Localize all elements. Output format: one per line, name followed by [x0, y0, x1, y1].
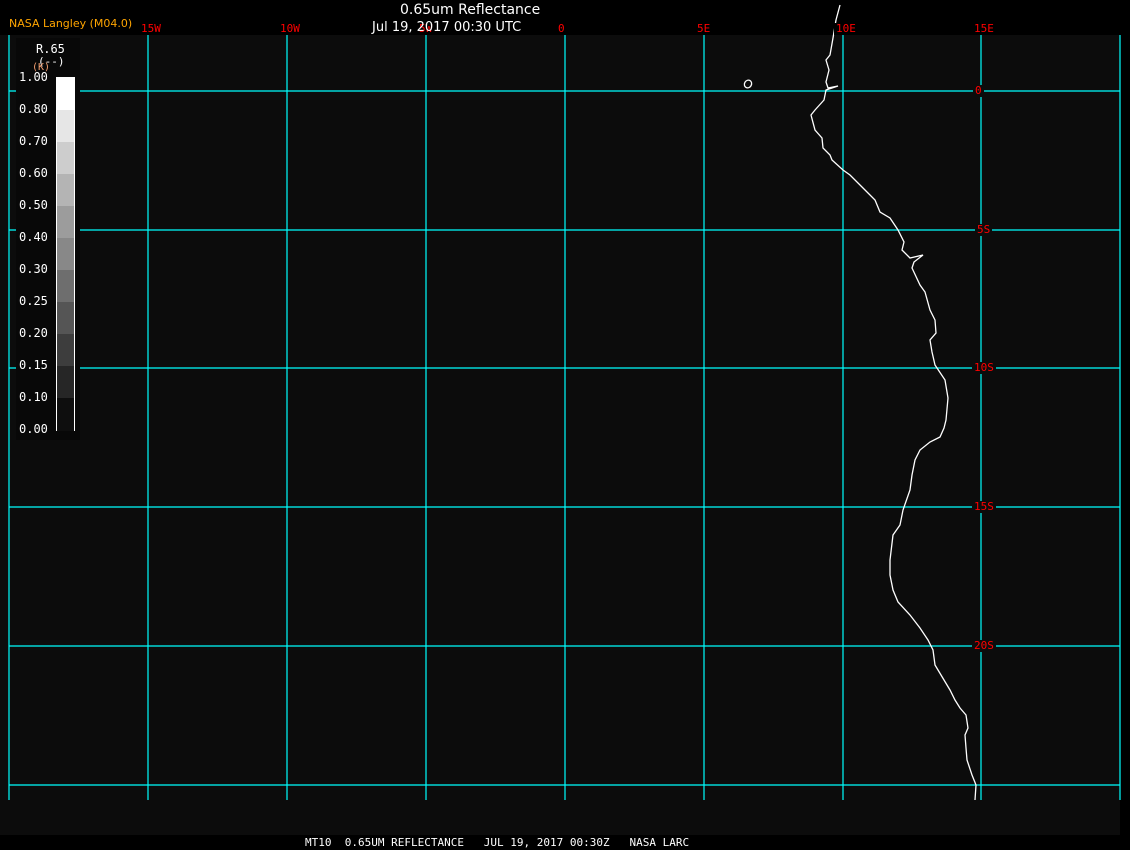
- longitude-label: 10E: [834, 22, 858, 35]
- colorbar-tick-label: 0.15: [19, 358, 48, 372]
- footer-text: MT10 0.65UM REFLECTANCE JUL 19, 2017 00:…: [305, 836, 690, 849]
- island-outline: [743, 79, 753, 89]
- colorbar-tick-label: 0.25: [19, 294, 48, 308]
- colorbar-legend: R.65 (--) (K) 1.00 0.80 0.70 0.60 0.50 0.40 0.…: [16, 38, 80, 440]
- colorbar-scale: [56, 77, 75, 431]
- latitude-label: 5S: [975, 223, 993, 236]
- colorbar-segment: [57, 142, 74, 175]
- map-canvas: [8, 4, 1121, 801]
- coastline: [810, 4, 977, 801]
- colorbar-tick-label: 0.30: [19, 262, 48, 276]
- map-title: 0.65um Reflectance: [400, 2, 541, 18]
- longitude-label: 5E: [695, 22, 713, 35]
- colorbar-segment: [57, 174, 74, 207]
- latitude-label: 15S: [972, 500, 996, 513]
- colorbar-tick-label: 0.00: [19, 422, 48, 436]
- colorbar-tick-label: 0.10: [19, 390, 48, 404]
- map-timestamp: Jul 19, 2017 00:30 UTC: [372, 20, 522, 35]
- colorbar-segment: [57, 302, 74, 335]
- latitude-label: 20S: [972, 639, 996, 652]
- colorbar-tick-label: 0.70: [19, 134, 48, 148]
- colorbar-segment: [57, 110, 74, 143]
- colorbar-tick-label: 0.50: [19, 198, 48, 212]
- footer-caption: MT10 0.65UM REFLECTANCE JUL 19, 2017 00:…: [0, 835, 1130, 850]
- brand-label: NASA Langley (M04.0): [9, 17, 133, 30]
- colorbar-segment: [57, 238, 74, 271]
- colorbar-segment: [57, 398, 74, 431]
- colorbar-tick-label: 0.20: [19, 326, 48, 340]
- colorbar-segment: [57, 78, 74, 111]
- colorbar-tick-label: 0.80: [19, 102, 48, 116]
- longitude-label: 15W: [139, 22, 163, 35]
- colorbar-segment: [57, 334, 74, 367]
- colorbar-segment: [57, 366, 74, 399]
- longitude-label: 10W: [278, 22, 302, 35]
- latitude-label: 10S: [972, 361, 996, 374]
- colorbar-segment: [57, 206, 74, 239]
- colorbar-variable: R.65: [36, 42, 65, 56]
- latitude-label: 0: [973, 84, 984, 97]
- colorbar-tick-label: 0.60: [19, 166, 48, 180]
- longitude-label: 0: [556, 22, 567, 35]
- longitude-label: 15E: [972, 22, 996, 35]
- colorbar-tick-label: 0.40: [19, 230, 48, 244]
- colorbar-tick-label: 1.00: [19, 70, 48, 84]
- colorbar-segment: [57, 270, 74, 303]
